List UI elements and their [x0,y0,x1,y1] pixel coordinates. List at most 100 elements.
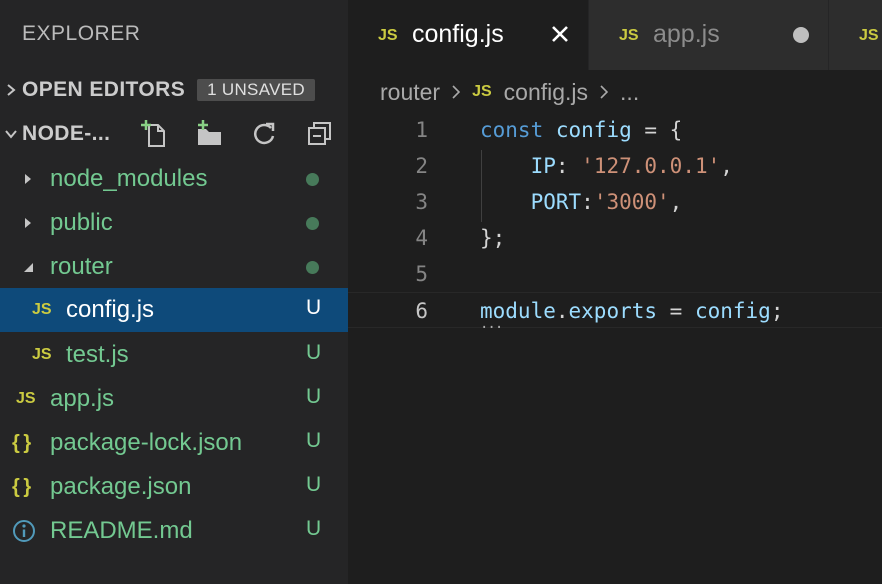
code-token: exports [568,299,658,323]
tree-item-label: package.json [50,473,192,500]
tree-item-package-lock-json[interactable]: { } package-lock.json U [0,421,348,465]
tree-item-label: node_modules [50,165,208,192]
code-line[interactable]: 6 module.exports = config; [348,292,882,328]
open-editors-label: OPEN EDITORS [22,78,186,101]
code-token: : [555,154,582,178]
editor-tab-bar: JS config.js JS app.js JS [348,0,882,70]
js-file-icon: JS [859,27,879,44]
open-editors-header[interactable]: OPEN EDITORS 1 UNSAVED [0,70,348,110]
breadcrumb-file[interactable]: config.js [504,79,588,106]
new-file-icon[interactable] [138,118,170,150]
tree-item-router[interactable]: router [0,245,348,289]
code-token: IP [530,154,556,178]
code-token: , [669,190,683,214]
code-token: const [480,118,544,142]
refresh-icon[interactable] [248,118,280,150]
line-number: 4 [415,226,428,250]
line-number: 2 [415,154,428,178]
code-token: . [555,299,569,323]
js-file-icon: JS [32,301,52,318]
code-token: config [555,118,632,142]
breadcrumb-more[interactable]: ... [620,79,639,106]
code-text: const config = { [480,118,682,142]
line-number: 3 [415,190,428,214]
code-text: IP: '127.0.0.1', [480,154,733,178]
explorer-title: EXPLORER [22,22,141,45]
code-token: }; [480,226,506,250]
tree-item-config-js[interactable]: JS config.js U [0,288,348,332]
chevron-down-icon [21,245,35,289]
git-status-dot [306,261,319,274]
chevron-right-icon [452,85,461,99]
code-line[interactable]: 1 const config = { [348,112,882,148]
git-status-badge: U [306,429,322,452]
tree-item-readme-md[interactable]: README.md U [0,509,348,553]
code-line[interactable]: 5 [348,256,882,292]
chevron-right-icon [0,83,22,97]
collapse-all-icon[interactable] [303,118,335,150]
code-token: : [581,190,594,214]
git-status-badge: U [306,341,322,364]
code-token: PORT [530,190,582,214]
new-folder-icon[interactable] [193,118,225,150]
tree-item-label: config.js [66,296,155,323]
chevron-right-icon [600,85,609,99]
breadcrumb: router JS config.js ... [380,76,639,108]
json-file-icon: { } [12,475,31,498]
code-line[interactable]: 2 IP: '127.0.0.1', [348,148,882,184]
hint-dots: ··· [480,320,503,336]
chevron-right-icon [21,201,35,245]
breadcrumb-folder[interactable]: router [380,79,440,106]
code-token: = [657,299,695,323]
git-status-badge: U [306,517,322,540]
line-number: 6 [415,299,428,323]
code-token: config [694,299,771,323]
workspace-header[interactable]: NODE-... [0,114,348,154]
code-token: , [720,154,733,178]
git-status-badge: U [306,473,322,496]
js-file-icon: JS [32,346,52,363]
indent-guide [481,150,482,222]
js-file-icon: JS [472,83,492,100]
tree-item-app-js[interactable]: JS app.js U [0,377,348,421]
code-token: = { [631,118,683,142]
tree-item-package-json[interactable]: { } package.json U [0,465,348,509]
code-token: '127.0.0.1' [581,154,721,178]
chevron-right-icon [21,157,35,201]
tree-item-label: router [50,253,113,280]
tree-item-node-modules[interactable]: node_modules [0,157,348,201]
tree-item-label: public [50,209,113,236]
tab-app-js[interactable]: JS app.js [588,0,828,70]
close-icon[interactable] [550,24,570,49]
info-icon [12,509,36,553]
explorer-sidebar: EXPLORER OPEN EDITORS 1 UNSAVED NODE-... [0,0,348,584]
code-editor[interactable]: 1 const config = {2 IP: '127.0.0.1', 3 POR… [348,112,882,584]
unsaved-dot-icon[interactable] [793,27,809,43]
line-number: 5 [415,262,428,286]
code-text: }; [480,226,505,250]
code-token: ; [770,299,784,323]
tab-label: app.js [653,20,720,48]
git-status-badge: U [306,296,322,319]
js-file-icon: JS [16,390,36,407]
tree-item-label: README.md [50,517,193,544]
tree-item-label: package-lock.json [50,429,243,456]
unsaved-badge: 1 UNSAVED [197,79,315,101]
code-line[interactable]: 3 PORT:'3000', [348,184,882,220]
git-status-dot [306,173,319,186]
git-status-badge: U [306,385,322,408]
chevron-down-icon [0,127,22,141]
code-line[interactable]: 4}; [348,220,882,256]
workspace-label: NODE-... [22,122,111,145]
tab-overflow[interactable]: JS [828,0,882,70]
line-number: 1 [415,118,428,142]
git-status-dot [306,217,319,230]
code-text: PORT:'3000', [480,190,683,214]
tree-item-public[interactable]: public [0,201,348,245]
json-file-icon: { } [12,431,31,454]
tree-item-test-js[interactable]: JS test.js U [0,333,348,377]
tab-config-js[interactable]: JS config.js [348,0,588,70]
